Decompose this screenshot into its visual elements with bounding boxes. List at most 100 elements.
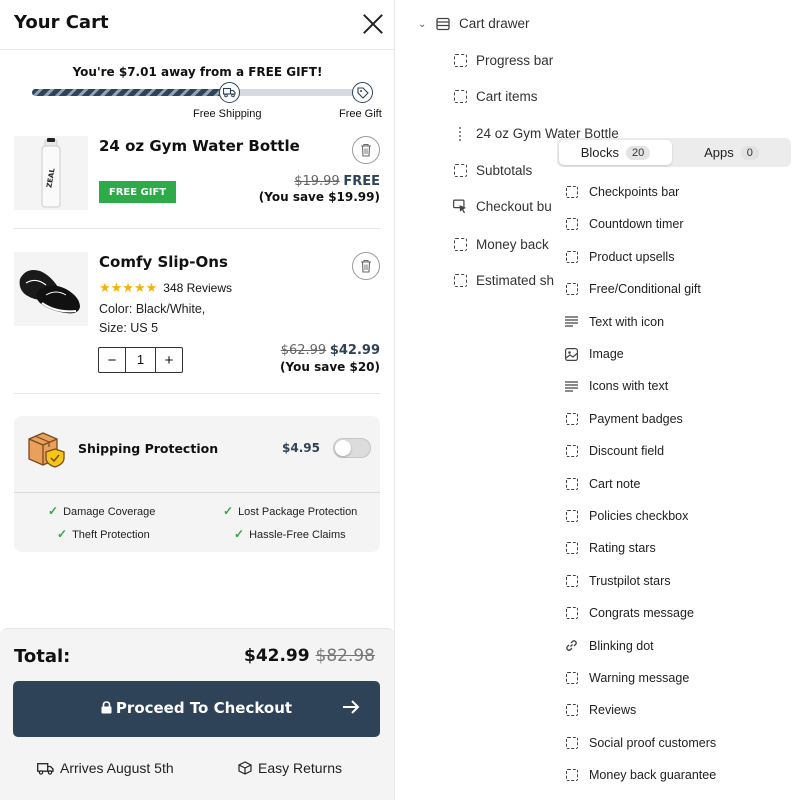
link-icon xyxy=(565,639,578,652)
savings-text: (You save $20) xyxy=(280,360,380,374)
dashed-box-icon xyxy=(565,542,578,555)
tree-item-label: Cart drawer xyxy=(459,16,530,31)
dashed-box-icon xyxy=(565,186,578,199)
block-item[interactable]: Policies checkbox xyxy=(565,509,688,523)
tree-item-cart-items[interactable]: Cart items xyxy=(453,89,538,104)
text-lines-icon xyxy=(565,315,578,328)
block-item[interactable]: Warning message xyxy=(565,671,689,685)
dashed-box-icon xyxy=(453,274,467,288)
block-item-label: Payment badges xyxy=(589,411,683,426)
feature-item: ✓ Theft Protection xyxy=(57,527,150,541)
dashed-box-icon xyxy=(565,445,578,458)
tag-icon xyxy=(352,82,373,103)
cart-header: Your Cart xyxy=(0,0,394,50)
add-block-popup: Blocks 20 Apps 0 Checkpoints bar Countdown … xyxy=(557,138,791,800)
block-item-label: Policies checkbox xyxy=(589,509,689,523)
total-price: $42.99 xyxy=(243,646,310,666)
block-item-label: Countdown timer xyxy=(589,217,684,232)
block-item[interactable]: Trustpilot stars xyxy=(565,574,671,588)
cart-title: Your Cart xyxy=(14,12,109,33)
item-name: Comfy Slip-Ons xyxy=(99,253,228,271)
block-item[interactable]: Checkpoints bar xyxy=(565,185,679,199)
tree-item-progress-bar[interactable]: Progress bar xyxy=(453,53,553,68)
block-item-label: Image xyxy=(589,347,624,361)
checkout-button[interactable]: Proceed To Checkout xyxy=(13,681,380,737)
free-shipping-label: Free Shipping xyxy=(193,108,262,120)
feature-label: Damage Coverage xyxy=(63,506,156,518)
cart-drawer: Your Cart You're $7.01 away from a FREE … xyxy=(0,0,395,800)
protection-toggle[interactable] xyxy=(333,438,371,458)
divider xyxy=(14,228,380,229)
block-item-label: Blinking dot xyxy=(589,638,654,653)
block-item[interactable]: Free/Conditional gift xyxy=(565,282,701,296)
progress-bar-fill xyxy=(32,89,230,96)
dashed-box-icon xyxy=(453,238,467,252)
block-item[interactable]: Image xyxy=(565,347,624,361)
rating: ★★★★★ 348 Reviews xyxy=(99,280,232,296)
feature-label: Theft Protection xyxy=(72,529,150,541)
tab-blocks[interactable]: Blocks 20 xyxy=(559,140,672,165)
total-old-price: $82.98 xyxy=(315,646,375,666)
block-item[interactable]: Reviews xyxy=(565,703,636,717)
checkout-text: Proceed To Checkout xyxy=(115,699,293,717)
review-count: 348 Reviews xyxy=(163,281,232,295)
block-item[interactable]: Congrats message xyxy=(565,606,694,620)
quantity-value[interactable]: 1 xyxy=(125,348,156,372)
block-item[interactable]: Social proof customers xyxy=(565,736,716,750)
block-item[interactable]: Product upsells xyxy=(565,250,674,264)
returns-note: Easy Returns xyxy=(238,760,342,776)
block-item[interactable]: Cart note xyxy=(565,477,640,491)
tree-item-label: Cart items xyxy=(476,89,538,104)
tree-item-label: Money back xyxy=(476,237,549,252)
protection-price: $4.95 xyxy=(282,441,320,455)
block-item[interactable]: Money back guarantee xyxy=(565,768,716,782)
progress-bar xyxy=(32,89,362,96)
tree-item-subtotals[interactable]: Subtotals xyxy=(453,163,532,178)
tree-item-cart-drawer[interactable]: Cart drawer xyxy=(436,16,530,31)
block-item-label: Discount field xyxy=(589,444,665,459)
close-icon[interactable] xyxy=(360,11,386,37)
quantity-decrease-button[interactable]: − xyxy=(99,348,125,372)
savings-text: (You save $19.99) xyxy=(258,190,380,204)
truck-icon xyxy=(37,762,54,775)
toggle-knob xyxy=(335,440,351,456)
block-item-label: Icons with text xyxy=(589,379,669,394)
block-item-label: Cart note xyxy=(589,476,641,491)
old-price: $62.99 xyxy=(280,343,327,358)
checkout-label: Proceed To Checkout xyxy=(13,699,380,717)
tree-item-estimated-shipping[interactable]: Estimated sh xyxy=(453,273,554,288)
total-values: $42.99 $82.98 xyxy=(244,646,375,666)
tree-item-money-back[interactable]: Money back xyxy=(453,237,549,252)
truck-icon xyxy=(219,82,240,103)
dashed-box-icon xyxy=(565,672,578,685)
trash-icon[interactable] xyxy=(352,252,380,280)
block-item-label: Free/Conditional gift xyxy=(589,282,701,297)
dotted-line-icon xyxy=(453,126,467,141)
block-item[interactable]: Discount field xyxy=(565,444,664,458)
block-item[interactable]: Payment badges xyxy=(565,412,683,426)
popup-tabs: Blocks 20 Apps 0 xyxy=(557,138,791,167)
trash-icon[interactable] xyxy=(352,136,380,164)
quantity-stepper: − 1 + xyxy=(98,347,183,373)
block-item[interactable]: Blinking dot xyxy=(565,639,654,653)
item-name: 24 oz Gym Water Bottle xyxy=(99,137,300,155)
chevron-down-icon[interactable]: ⌄ xyxy=(418,19,426,30)
dashed-box-icon xyxy=(565,574,578,587)
check-icon: ✓ xyxy=(48,504,59,518)
block-item-label: Text with icon xyxy=(589,314,665,329)
quantity-increase-button[interactable]: + xyxy=(156,348,182,372)
feature-item: ✓ Lost Package Protection xyxy=(223,504,357,518)
block-item-label: Rating stars xyxy=(589,541,656,556)
block-item[interactable]: Countdown timer xyxy=(565,217,684,231)
protection-title: Shipping Protection xyxy=(78,441,219,456)
package-shield-icon xyxy=(25,429,67,474)
tree-item-checkout-button[interactable]: Checkout bu xyxy=(453,199,552,214)
block-item[interactable]: Icons with text xyxy=(565,379,668,393)
arrival-text: Arrives August 5th xyxy=(60,760,174,776)
block-item[interactable]: Text with icon xyxy=(565,315,664,329)
block-item-label: Reviews xyxy=(589,703,637,718)
shipping-protection-card: Shipping Protection $4.95 ✓ Damage Covera… xyxy=(14,416,380,552)
tab-apps[interactable]: Apps 0 xyxy=(674,140,789,165)
block-item[interactable]: Rating stars xyxy=(565,541,656,555)
tab-count-badge: 0 xyxy=(740,145,759,160)
